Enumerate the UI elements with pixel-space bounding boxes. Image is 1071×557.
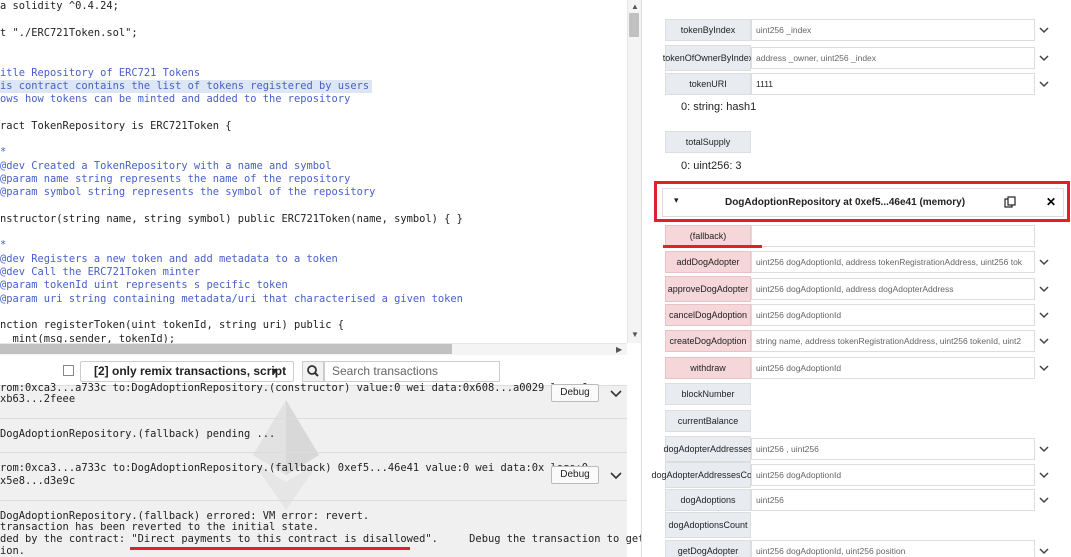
function-button[interactable]: dogAdoptionsCount [665, 512, 751, 538]
code-line[interactable]: * [0, 239, 6, 252]
code-line[interactable]: ows how tokens can be minted and added t… [0, 93, 350, 106]
function-arguments-input[interactable]: uint256 , uint256 [751, 438, 1035, 460]
function-arguments-input[interactable]: uint256 dogAdoptionId [751, 357, 1035, 379]
chevron-down-icon[interactable] [1038, 545, 1050, 557]
scroll-up-arrow-icon[interactable]: ▲ [631, 2, 639, 11]
code-line[interactable]: @dev Registers a new token and add metad… [0, 253, 338, 266]
caret-down-icon: ▼ [270, 366, 279, 376]
code-editor[interactable]: a solidity ^0.4.24; t "./ERC721Token.sol"… [0, 0, 627, 343]
function-arguments-input[interactable]: 1111 [751, 73, 1035, 95]
terminal-separator [0, 452, 627, 453]
close-icon[interactable]: ✕ [1046, 195, 1056, 209]
chevron-down-icon[interactable] [1038, 443, 1050, 455]
terminal-log-line: DogAdoptionRepository.(fallback) pending… [0, 428, 276, 440]
chevron-down-icon[interactable] [1038, 309, 1050, 321]
code-line[interactable]: t "./ERC721Token.sol"; [0, 27, 138, 40]
function-arguments-input[interactable]: uint256 dogAdoptionId [751, 464, 1035, 486]
function-button[interactable]: tokenOfOwnerByIndex [663, 45, 753, 71]
function-button[interactable]: addDogAdopter [665, 251, 751, 273]
code-line[interactable]: @dev Call the ERC721Token minter [0, 266, 200, 279]
code-line[interactable]: @dev Created a TokenRepository with a na… [0, 160, 332, 173]
terminal-log-line: xb63...2feee [0, 393, 76, 405]
search-transactions-input[interactable]: Search transactions [324, 361, 500, 382]
function-arguments-input[interactable]: uint256 dogAdoptionId [751, 304, 1035, 326]
search-icon [307, 365, 319, 377]
code-line[interactable]: is contract contains the list of tokens … [0, 79, 372, 93]
scroll-down-arrow-icon[interactable]: ▼ [631, 330, 639, 339]
deployed-contract-title: DogAdoptionRepository at 0xef5...46e41 (… [724, 197, 966, 208]
terminal-log-line: rom:0xca3...a733c to:DogAdoptionReposito… [0, 462, 589, 474]
error-message-highlight-underline [130, 547, 410, 550]
editor-vertical-scrollbar[interactable] [627, 0, 641, 343]
function-arguments-input[interactable]: address _owner, uint256 _index [751, 47, 1035, 69]
debug-button[interactable]: Debug [551, 466, 599, 484]
chevron-down-icon[interactable] [1038, 362, 1050, 374]
editor-vertical-scroll-thumb[interactable] [629, 13, 639, 37]
chevron-down-icon[interactable] [1038, 494, 1050, 506]
code-line[interactable]: @param uri string containing metadata/ur… [0, 293, 463, 306]
function-button[interactable]: createDogAdoption [665, 330, 751, 352]
terminal-separator [0, 500, 627, 501]
code-line[interactable]: a solidity ^0.4.24; [0, 0, 119, 13]
clipboard-copy-icon[interactable] [1004, 196, 1016, 208]
function-button[interactable]: (fallback) [665, 225, 751, 247]
code-line[interactable]: @param tokenId uint represents s pecific… [0, 279, 288, 292]
chevron-down-icon[interactable] [609, 469, 623, 483]
chevron-down-icon[interactable] [1038, 256, 1050, 268]
collapse-caret-icon[interactable]: ▾ [674, 195, 679, 206]
chevron-down-icon[interactable] [1038, 24, 1050, 36]
fallback-highlight-underline [663, 245, 762, 248]
chevron-down-icon[interactable] [609, 387, 623, 401]
code-line[interactable]: ract TokenRepository is ERC721Token { [0, 120, 231, 133]
code-line[interactable]: mint(msg.sender, tokenId); [0, 333, 176, 344]
chevron-down-icon[interactable] [1038, 52, 1050, 64]
function-button[interactable]: dogAdopterAddresses [663, 436, 753, 462]
function-arguments-input[interactable]: uint256 dogAdoptionId, address dogAdopte… [751, 278, 1035, 300]
function-arguments-input[interactable]: uint256 dogAdoptionId, address tokenRegi… [751, 251, 1035, 273]
function-button[interactable]: dogAdoptions [665, 489, 751, 511]
function-button[interactable]: cancelDogAdoption [665, 304, 751, 326]
terminal-separator [0, 418, 627, 419]
code-line[interactable]: nction registerToken(uint tokenId, strin… [0, 319, 344, 332]
function-button[interactable]: getDogAdopter [665, 540, 751, 557]
code-line[interactable]: itle Repository of ERC721 Tokens [0, 67, 200, 80]
function-button[interactable]: withdraw [665, 357, 751, 379]
function-button[interactable]: currentBalance [665, 410, 751, 432]
function-arguments-input[interactable] [751, 225, 1035, 247]
terminal-log-line: transaction has been reverted to the ini… [0, 521, 320, 533]
function-arguments-input[interactable]: uint256 _index [751, 19, 1035, 41]
scroll-right-arrow-icon[interactable]: ▶ [616, 345, 622, 354]
function-button[interactable]: tokenURI [665, 73, 751, 95]
total-supply-result: 0: uint256: 3 [681, 160, 742, 172]
chevron-down-icon[interactable] [1038, 78, 1050, 90]
code-line[interactable]: @param symbol string represents the symb… [0, 186, 375, 199]
code-line[interactable]: nstructor(string name, string symbol) pu… [0, 213, 463, 226]
ethereum-logo-icon [253, 400, 319, 510]
transaction-filter-select[interactable]: [2] only remix transactions, script [80, 361, 294, 382]
debug-button[interactable]: Debug [551, 384, 599, 402]
terminal-log-line: ion. [0, 545, 26, 557]
function-button[interactable]: tokenByIndex [665, 19, 751, 41]
code-line[interactable]: * [0, 146, 6, 159]
chevron-down-icon[interactable] [1038, 335, 1050, 347]
function-arguments-input[interactable]: string name, address tokenRegistrationAd… [751, 330, 1035, 352]
tokenuri-result: 0: string: hash1 [681, 101, 757, 113]
function-button[interactable]: blockNumber [665, 383, 751, 405]
function-button[interactable]: approveDogAdopter [665, 276, 751, 302]
editor-horizontal-scroll-thumb[interactable] [0, 344, 452, 354]
code-line[interactable]: @param name string represents the name o… [0, 173, 350, 186]
function-arguments-input[interactable]: uint256 [751, 489, 1035, 511]
listen-network-checkbox[interactable] [63, 365, 74, 376]
chevron-down-icon[interactable] [1038, 283, 1050, 295]
terminal-log-line: ded by the contract: "Direct payments to… [0, 533, 657, 545]
function-arguments-input[interactable]: uint256 dogAdoptionId, uint256 position [751, 540, 1035, 557]
chevron-down-icon[interactable] [1038, 469, 1050, 481]
total-supply-button[interactable]: totalSupply [665, 131, 751, 153]
search-button[interactable] [302, 361, 324, 382]
function-button[interactable]: dogAdopterAddressesCount [651, 462, 765, 488]
terminal-log-line: rom:0xca3...a733c to:DogAdoptionReposito… [0, 382, 589, 394]
terminal-log-line: x5e8...d3e9c [0, 475, 76, 487]
